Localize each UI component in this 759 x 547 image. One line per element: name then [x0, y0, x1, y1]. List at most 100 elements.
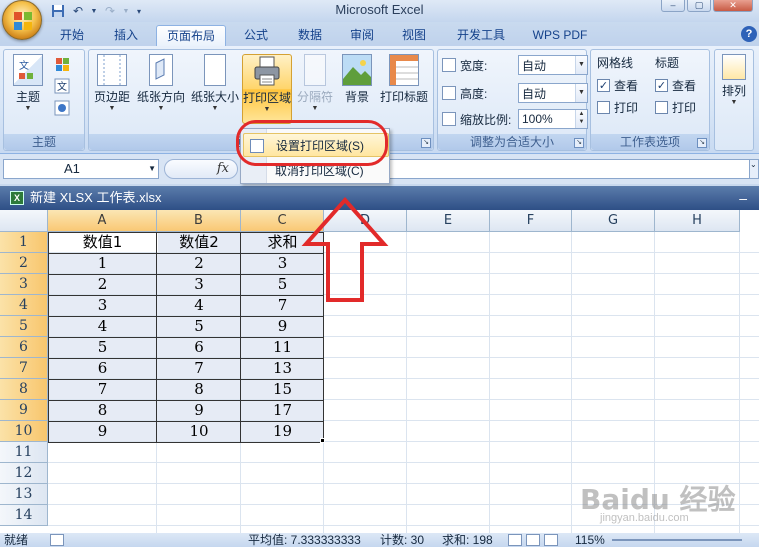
spin-icon[interactable]: ▲ ▼	[575, 110, 587, 128]
row-header-3[interactable]: 3	[0, 274, 48, 295]
zoom-slider[interactable]	[612, 539, 742, 541]
column-header-a[interactable]: A	[48, 210, 157, 232]
tab-page-layout[interactable]: 页面布局	[156, 25, 226, 46]
data-cell[interactable]: 8	[157, 379, 241, 400]
row-header-1[interactable]: 1	[0, 232, 48, 253]
column-header-h[interactable]: H	[655, 210, 740, 232]
row-header-6[interactable]: 6	[0, 337, 48, 358]
data-cell[interactable]: 11	[241, 337, 324, 358]
data-cell[interactable]: 2	[157, 253, 241, 274]
height-select[interactable]: 自动 ▼	[518, 83, 588, 103]
expand-formula-bar-icon[interactable]: ⌄	[749, 159, 759, 179]
headings-print-checkbox[interactable]: 打印	[655, 96, 696, 118]
data-cell[interactable]: 5	[157, 316, 241, 337]
gridlines-view-checkbox[interactable]: ✓ 查看	[597, 74, 638, 96]
column-header-g[interactable]: G	[572, 210, 655, 232]
help-icon[interactable]: ?	[741, 26, 757, 42]
row-header-4[interactable]: 4	[0, 295, 48, 316]
fill-handle[interactable]	[320, 438, 325, 443]
scale-launcher-icon[interactable]: ↘	[574, 138, 584, 148]
page-break-view-icon[interactable]	[544, 534, 558, 546]
data-cell[interactable]: 5	[48, 337, 157, 358]
row-header-13[interactable]: 13	[0, 484, 48, 505]
office-button[interactable]	[2, 0, 42, 40]
close-button[interactable]: ✕	[713, 0, 753, 12]
tab-review[interactable]: 审阅	[342, 25, 382, 46]
orientation-button[interactable]: 纸张方向 ▼	[137, 54, 185, 124]
data-cell[interactable]: 19	[241, 421, 324, 442]
data-cell[interactable]: 10	[157, 421, 241, 442]
tab-formulas[interactable]: 公式	[236, 25, 276, 46]
data-cell[interactable]: 9	[157, 400, 241, 421]
name-box[interactable]: A1 ▼	[3, 159, 159, 179]
workbook-minimize-button[interactable]: –	[739, 186, 747, 210]
macro-record-icon[interactable]	[50, 534, 64, 546]
row-header-11[interactable]: 11	[0, 442, 48, 463]
restore-button[interactable]: ▢	[687, 0, 711, 12]
normal-view-icon[interactable]	[508, 534, 522, 546]
tab-insert[interactable]: 插入	[104, 25, 148, 46]
row-header-2[interactable]: 2	[0, 253, 48, 274]
gridlines-print-checkbox[interactable]: 打印	[597, 96, 638, 118]
page-layout-view-icon[interactable]	[526, 534, 540, 546]
minimize-button[interactable]: –	[661, 0, 685, 12]
chevron-down-icon[interactable]: ▼	[148, 160, 156, 178]
width-select[interactable]: 自动 ▼	[518, 55, 588, 75]
theme-fonts-icon[interactable]: 文	[54, 78, 74, 96]
tab-view[interactable]: 视图	[394, 25, 434, 46]
margins-button[interactable]: 页边距 ▼	[93, 54, 131, 124]
headings-heading: 标题	[655, 56, 680, 70]
data-cell[interactable]: 3	[48, 295, 157, 316]
row-header-5[interactable]: 5	[0, 316, 48, 337]
tab-developer[interactable]: 开发工具	[446, 25, 516, 46]
data-cell[interactable]: 7	[157, 358, 241, 379]
breaks-button[interactable]: 分隔符 ▼	[295, 54, 335, 124]
data-cell[interactable]: 3	[157, 274, 241, 295]
red-arrow-annotation	[301, 196, 389, 302]
background-button[interactable]: 背景	[339, 54, 375, 124]
arrange-button[interactable]: 排列 ▼	[717, 54, 751, 124]
select-all-corner[interactable]	[0, 210, 48, 232]
zoom-level[interactable]: 115%	[575, 533, 605, 547]
data-cell[interactable]: 9	[241, 316, 324, 337]
data-cell[interactable]: 6	[157, 337, 241, 358]
paper-size-icon	[204, 54, 226, 86]
header-cell[interactable]: 数值2	[157, 232, 241, 253]
checkbox-unchecked-icon	[655, 100, 668, 114]
row-header-7[interactable]: 7	[0, 358, 48, 379]
size-button[interactable]: 纸张大小 ▼	[191, 54, 239, 124]
scale-stepper[interactable]: 100% ▲ ▼	[518, 109, 588, 129]
themes-button[interactable]: 文 主题 ▼	[8, 54, 48, 124]
data-cell[interactable]: 17	[241, 400, 324, 421]
print-titles-button[interactable]: 打印标题	[379, 54, 429, 124]
column-header-e[interactable]: E	[407, 210, 490, 232]
tab-home[interactable]: 开始	[52, 25, 92, 46]
print-area-button[interactable]: 打印区域 ▼	[242, 54, 292, 124]
tab-data[interactable]: 数据	[288, 25, 332, 46]
data-cell[interactable]: 7	[48, 379, 157, 400]
column-header-f[interactable]: F	[490, 210, 572, 232]
data-cell[interactable]: 13	[241, 358, 324, 379]
row-header-10[interactable]: 10	[0, 421, 48, 442]
column-header-b[interactable]: B	[157, 210, 241, 232]
row-header-12[interactable]: 12	[0, 463, 48, 484]
headings-view-checkbox[interactable]: ✓ 查看	[655, 74, 696, 96]
data-cell[interactable]: 2	[48, 274, 157, 295]
row-header-14[interactable]: 14	[0, 505, 48, 526]
data-cell[interactable]: 8	[48, 400, 157, 421]
data-cell[interactable]: 4	[48, 316, 157, 337]
row-header-9[interactable]: 9	[0, 400, 48, 421]
theme-effects-icon[interactable]	[54, 100, 74, 118]
data-cell[interactable]: 9	[48, 421, 157, 442]
data-cell[interactable]: 1	[48, 253, 157, 274]
page-setup-launcher-icon[interactable]: ↘	[421, 138, 431, 148]
header-cell[interactable]: 数值1	[48, 232, 157, 253]
tab-wps-pdf[interactable]: WPS PDF	[526, 25, 594, 46]
theme-colors-icon[interactable]	[54, 56, 74, 74]
data-cell[interactable]: 15	[241, 379, 324, 400]
insert-function-button[interactable]: fx	[164, 159, 238, 179]
data-cell[interactable]: 6	[48, 358, 157, 379]
sheet-options-launcher-icon[interactable]: ↘	[697, 138, 707, 148]
data-cell[interactable]: 4	[157, 295, 241, 316]
row-header-8[interactable]: 8	[0, 379, 48, 400]
